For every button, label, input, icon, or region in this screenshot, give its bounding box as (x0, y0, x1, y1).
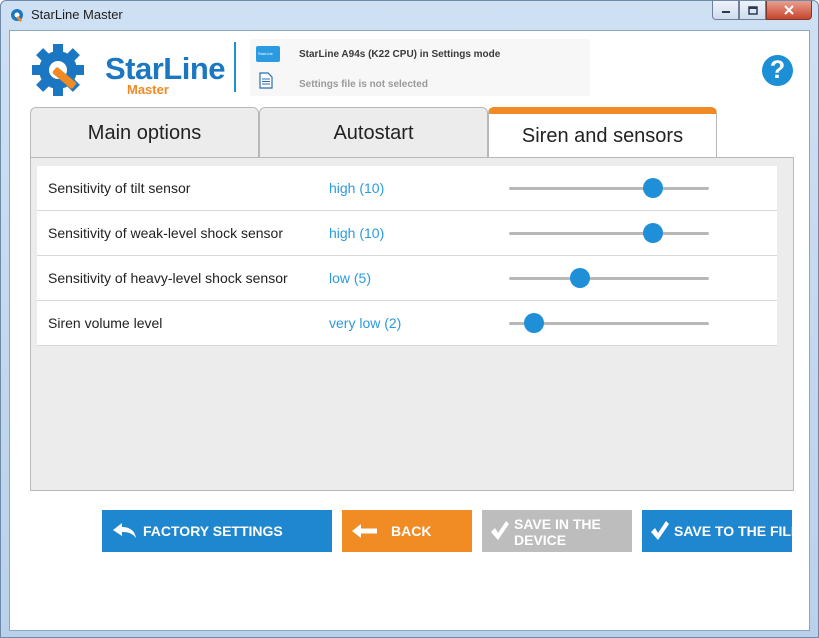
app-window: StarLine Master StarLine Master StarLine… (0, 0, 819, 638)
slider-track[interactable] (509, 187, 709, 190)
factory-settings-label: FACTORY SETTINGS (143, 523, 283, 539)
slider-thumb[interactable] (524, 313, 544, 333)
save-to-file-button[interactable]: SAVE TO THE FILE (642, 510, 800, 552)
minimize-button[interactable] (712, 1, 739, 20)
setting-row-tilt-sensor: Sensitivity of tilt sensor high (10) (37, 166, 777, 211)
slider-thumb[interactable] (643, 178, 663, 198)
device-status: StarLine StarLine A94s (K22 CPU) in Sett… (250, 39, 590, 96)
tab-siren-and-sensors[interactable]: Siren and sensors (488, 107, 717, 158)
logo-subtitle: Master (127, 82, 169, 97)
siren-volume-slider[interactable] (509, 301, 709, 346)
weak-shock-sensor-slider[interactable] (509, 211, 709, 256)
main-content: StarLine Master StarLine StarLine A94s (… (9, 30, 810, 631)
device-mode-text: StarLine A94s (K22 CPU) in Settings mode (299, 49, 501, 60)
slider-track[interactable] (509, 232, 709, 235)
setting-row-weak-shock-sensor: Sensitivity of weak-level shock sensor h… (37, 211, 777, 256)
slider-thumb[interactable] (643, 223, 663, 243)
save-to-file-label: SAVE TO THE FILE (674, 523, 801, 539)
factory-settings-button[interactable]: FACTORY SETTINGS (102, 510, 332, 552)
help-icon[interactable]: ? (762, 55, 793, 86)
save-in-device-label-line1: SAVE IN THE (514, 516, 601, 532)
back-arrow-icon (352, 524, 377, 538)
header-divider (234, 42, 236, 92)
setting-label: Siren volume level (48, 315, 163, 331)
save-in-device-label-line2: DEVICE (514, 532, 567, 548)
setting-label: Sensitivity of heavy-level shock sensor (48, 270, 288, 286)
settings-panel: Sensitivity of tilt sensor high (10) Sen… (30, 157, 794, 491)
setting-row-siren-volume: Siren volume level very low (2) (37, 301, 777, 346)
gear-wrench-icon (11, 9, 23, 23)
title-bar[interactable]: StarLine Master (1, 1, 818, 29)
back-button[interactable]: BACK (342, 510, 472, 552)
heavy-shock-sensor-slider[interactable] (509, 256, 709, 301)
maximize-button[interactable] (739, 1, 766, 20)
slider-thumb[interactable] (570, 268, 590, 288)
setting-value: low (5) (329, 270, 372, 286)
close-icon (784, 5, 794, 15)
logo-gear-icon (32, 44, 84, 96)
slider-track[interactable] (509, 277, 709, 280)
back-label: BACK (391, 523, 432, 539)
setting-value: high (10) (329, 180, 385, 196)
window-controls (712, 1, 812, 20)
window-title: StarLine Master (31, 7, 123, 22)
save-in-device-label: SAVE IN THE DEVICE (514, 516, 601, 548)
setting-label: Sensitivity of weak-level shock sensor (48, 225, 283, 241)
tab-main-options[interactable]: Main options (30, 107, 259, 158)
tab-autostart[interactable]: Autostart (259, 107, 488, 158)
undo-arrow-icon (113, 523, 136, 538)
maximize-icon (747, 5, 758, 15)
setting-label: Sensitivity of tilt sensor (48, 180, 191, 196)
setting-value: very low (2) (329, 315, 402, 331)
starline-logo: StarLine Master (31, 43, 226, 97)
setting-value: high (10) (329, 225, 385, 241)
minimize-icon (721, 11, 730, 13)
checkmark-icon (651, 521, 669, 540)
file-icon (259, 72, 273, 89)
device-icon: StarLine (256, 46, 280, 62)
settings-list: Sensitivity of tilt sensor high (10) Sen… (37, 166, 777, 346)
checkmark-icon (491, 521, 509, 540)
close-button[interactable] (766, 1, 812, 20)
tilt-sensor-slider[interactable] (509, 166, 709, 211)
settings-file-status: Settings file is not selected (299, 79, 428, 90)
device-icon-label: StarLine (258, 51, 273, 56)
save-in-device-button[interactable]: SAVE IN THE DEVICE (482, 510, 632, 552)
setting-row-heavy-shock-sensor: Sensitivity of heavy-level shock sensor … (37, 256, 777, 301)
